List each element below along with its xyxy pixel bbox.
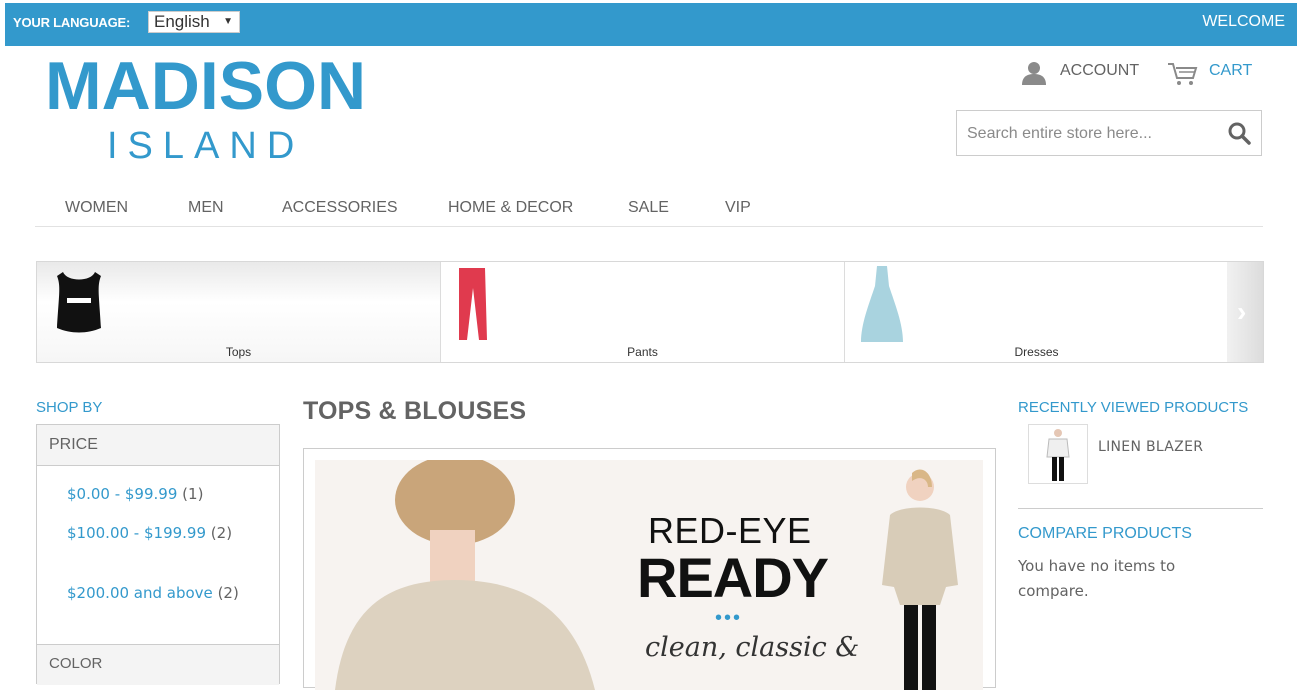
price-count: (2) xyxy=(217,584,239,602)
blazer-image xyxy=(1046,429,1070,481)
carousel-item-label: Dresses xyxy=(1014,345,1059,359)
shop-by-heading: SHOP BY xyxy=(36,399,103,416)
carousel-item-label: Tops xyxy=(225,345,252,359)
welcome-message: WELCOME xyxy=(1202,13,1285,30)
divider xyxy=(1018,508,1263,509)
pants-icon xyxy=(459,268,487,340)
model-back-image xyxy=(335,460,595,690)
tank-top-icon xyxy=(57,272,101,333)
banner-line2: READY xyxy=(637,546,829,609)
top-bar: YOUR LANGUAGE: English ▼ WELCOME xyxy=(5,3,1297,46)
language-selected-value: English xyxy=(154,12,210,31)
search-input[interactable] xyxy=(965,121,1219,147)
search-box xyxy=(956,110,1262,156)
price-count: (1) xyxy=(182,485,204,503)
nav-item-accessories[interactable]: ACCESSORIES xyxy=(282,199,398,217)
filter-color-header[interactable]: COLOR xyxy=(37,644,279,685)
carousel-next-button[interactable]: › xyxy=(1227,262,1263,362)
nav-item-women[interactable]: WOMEN xyxy=(65,199,128,217)
banner-image: RED-EYE READY ••• clean, classic & xyxy=(315,460,983,690)
filter-price-label: PRICE xyxy=(49,436,98,453)
recently-viewed-heading: RECENTLY VIEWED PRODUCTS xyxy=(1018,399,1249,416)
price-count: (2) xyxy=(210,524,233,542)
carousel-item-label: Pants xyxy=(627,345,658,359)
logo-sub-text: ISLAND xyxy=(107,125,305,167)
page: YOUR LANGUAGE: English ▼ WELCOME MADISON… xyxy=(5,3,1297,690)
price-filter-link[interactable]: $100.00 - $199.99 (2) xyxy=(67,521,247,545)
language-select[interactable]: English ▼ xyxy=(148,11,240,33)
nav-item-sale[interactable]: SALE xyxy=(628,199,669,217)
price-range: $200.00 and above xyxy=(67,584,213,602)
nav-item-men[interactable]: MEN xyxy=(188,199,224,217)
recent-product-name[interactable]: LINEN BLAZER xyxy=(1098,439,1203,455)
cart-label: CART xyxy=(1209,62,1253,79)
chevron-right-icon: › xyxy=(1237,296,1247,327)
layered-nav: PRICE $0.00 - $99.99 (1) $100.00 - $199.… xyxy=(36,424,280,685)
language-label: YOUR LANGUAGE: xyxy=(13,15,131,30)
user-icon xyxy=(1022,62,1046,85)
page-title: TOPS & BLOUSES xyxy=(303,397,527,425)
model-front-image xyxy=(882,469,958,690)
category-carousel: Tops Pants Dresses › xyxy=(36,261,1264,363)
price-range: $100.00 - $199.99 xyxy=(67,524,207,542)
price-filter-link[interactable]: $0.00 - $99.99 (1) xyxy=(67,485,203,503)
logo-main-text: MADISON xyxy=(45,48,367,124)
banner-line3: clean, classic & xyxy=(645,632,860,663)
carousel-item-pants[interactable]: Pants xyxy=(441,262,845,362)
compare-empty-message: You have no items to compare. xyxy=(1018,557,1176,600)
store-logo[interactable]: MADISON ISLAND xyxy=(45,51,375,171)
banner-dots: ••• xyxy=(715,607,743,629)
price-filter-link[interactable]: $200.00 and above (2) xyxy=(67,581,247,605)
account-label: ACCOUNT xyxy=(1060,62,1140,79)
dropdown-arrow-icon: ▼ xyxy=(223,16,233,27)
price-range: $0.00 - $99.99 xyxy=(67,485,178,503)
nav-item-vip[interactable]: VIP xyxy=(725,199,751,217)
main-nav: WOMEN MEN ACCESSORIES HOME & DECOR SALE … xyxy=(35,193,1263,227)
compare-products-heading: COMPARE PRODUCTS xyxy=(1018,525,1192,542)
search-icon[interactable] xyxy=(1227,121,1251,145)
recent-product-thumbnail[interactable] xyxy=(1028,424,1088,484)
dress-icon xyxy=(861,266,903,342)
filter-price-header[interactable]: PRICE xyxy=(37,425,279,466)
nav-item-home-decor[interactable]: HOME & DECOR xyxy=(448,199,573,217)
carousel-item-tops[interactable]: Tops xyxy=(37,262,441,362)
category-banner: RED-EYE READY ••• clean, classic & xyxy=(303,448,996,690)
cart-icon xyxy=(1168,63,1198,85)
carousel-item-dresses[interactable]: Dresses xyxy=(845,262,1229,362)
filter-color-label: COLOR xyxy=(49,655,103,672)
